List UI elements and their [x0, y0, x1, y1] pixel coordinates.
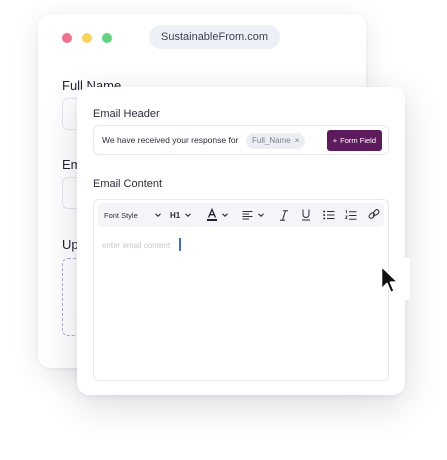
heading-select[interactable]: H1 [170, 203, 192, 227]
font-color-icon [207, 208, 217, 221]
add-form-field-button[interactable]: + Form Field [326, 130, 382, 151]
maximize-dot[interactable] [102, 33, 112, 43]
email-header-label: Email Header [93, 108, 160, 120]
italic-button[interactable] [279, 203, 289, 227]
email-header-input[interactable]: We have received your response for Full_… [93, 125, 389, 155]
cursor-highlight [404, 258, 410, 300]
numbered-list-button[interactable] [345, 203, 357, 227]
url-bar[interactable]: SustainableFrom.com [149, 25, 280, 49]
close-dot[interactable] [62, 33, 72, 43]
form-field-button-label: Form Field [340, 136, 376, 145]
mouse-pointer-icon [380, 265, 399, 294]
link-button[interactable] [368, 203, 380, 227]
chip-remove-icon[interactable]: × [295, 136, 300, 145]
chevron-down-icon [222, 213, 228, 217]
email-content-label: Email Content [93, 178, 163, 190]
font-style-select[interactable]: Font Style [104, 203, 162, 227]
font-style-label: Font Style [104, 210, 138, 220]
email-settings-card: Email Header We have received your respo… [77, 87, 405, 395]
align-left-icon [242, 211, 253, 220]
align-button[interactable] [242, 203, 265, 227]
editor-placeholder: enter email content [102, 241, 171, 250]
email-content-editor[interactable]: Font Style H1 enter email content [93, 199, 389, 381]
minimize-dot[interactable] [82, 33, 92, 43]
chevron-down-icon [185, 213, 192, 217]
italic-icon [280, 209, 288, 221]
heading-label: H1 [170, 210, 181, 220]
editor-toolbar: Font Style H1 [98, 203, 384, 227]
underline-button[interactable] [301, 203, 311, 227]
bullet-list-icon [323, 210, 335, 220]
bullet-list-button[interactable] [323, 203, 335, 227]
field-chip[interactable]: Full_Name × [246, 133, 306, 149]
field-chip-label: Full_Name [252, 136, 291, 145]
text-caret [179, 238, 181, 251]
numbered-list-icon [345, 209, 357, 220]
chevron-down-icon [258, 213, 264, 217]
link-icon [368, 209, 380, 219]
underline-icon [302, 209, 310, 221]
email-header-text: We have received your response for [102, 135, 239, 145]
chevron-down-icon [154, 213, 161, 217]
plus-icon: + [332, 136, 338, 145]
font-color-button[interactable] [206, 203, 229, 227]
